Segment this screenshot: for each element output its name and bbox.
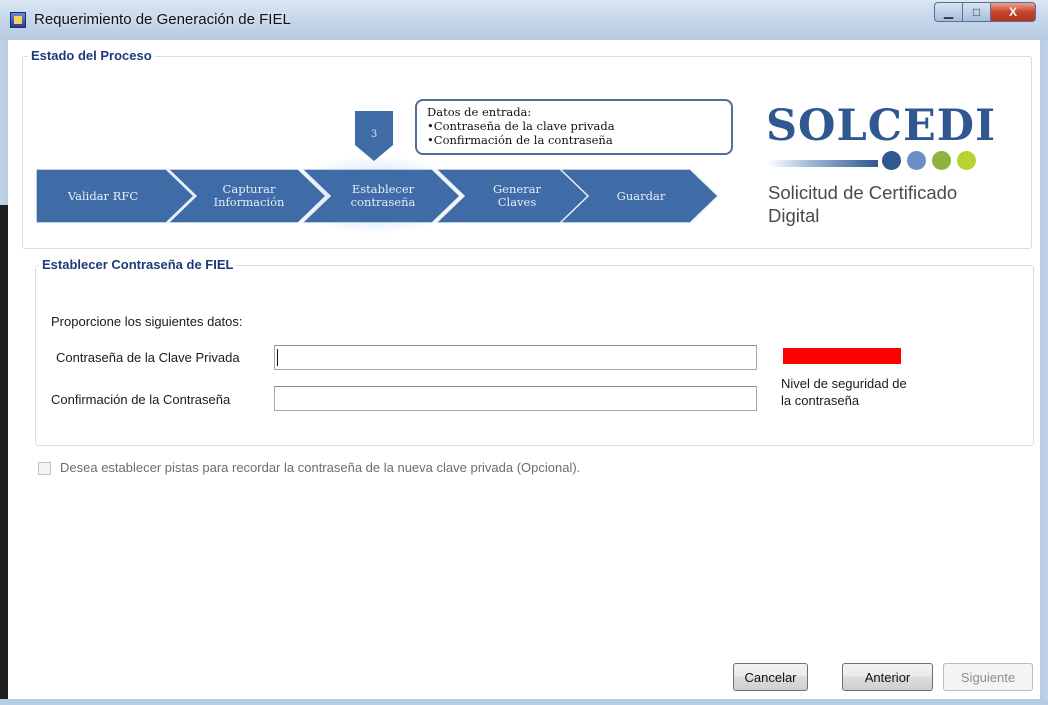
confirm-password-field[interactable] [274,386,757,411]
step-guardar: Guardar [560,169,720,223]
step-label: Capturar Información [213,182,285,209]
window-bottom-frame [0,699,1048,705]
window-right-frame [1040,40,1048,705]
password-strength-label: Nivel de seguridad de la contraseña [781,375,907,409]
callout-item: •Confirmación de la contraseña [427,133,613,147]
cancel-button[interactable]: Cancelar [733,663,808,691]
process-status-title: Estado del Proceso [28,48,155,63]
password-strength-indicator [783,348,901,364]
app-icon [10,12,26,28]
instructions-text: Proporcione los siguientes datos: [51,314,243,329]
callout-title: Datos de entrada: [427,105,532,119]
window-title: Requerimiento de Generación de FIEL [34,11,291,28]
logo-dot-icon [932,151,951,170]
window-controls: ▁ □ X [934,2,1036,22]
callout-item: •Contraseña de la clave privada [427,119,615,133]
strength-label-line1: Nivel de seguridad de [781,376,907,391]
close-button[interactable]: X [990,2,1036,22]
logo-dot-icon [957,151,976,170]
logo-gradient-bar [768,160,878,167]
logo-subtitle: Solicitud de Certificado Digital [768,181,957,227]
private-key-password-label: Contraseña de la Clave Privada [56,350,240,365]
step-label: Validar RFC [67,188,139,203]
next-button[interactable]: Siguiente [943,663,1033,691]
step-label: Establecer contraseña [350,182,416,209]
logo-subtitle-line2: Digital [768,205,820,226]
logo-subtitle-line1: Solicitud de Certificado [768,182,958,203]
logo-dot-icon [882,151,901,170]
maximize-button[interactable]: □ [962,2,990,22]
step-label: Guardar [616,188,666,203]
close-icon: X [1008,5,1017,19]
confirm-password-label: Confirmación de la Contraseña [51,392,231,407]
current-step-number: 3 [370,129,378,140]
solcedi-logo: SOLCEDI [766,101,997,151]
strength-label-line2: la contraseña [781,393,860,408]
hints-checkbox-label[interactable]: Desea establecer pistas para recordar la… [60,460,580,475]
window-left-frame [0,40,8,705]
minimize-icon: ▁ [943,5,954,19]
password-section-title: Establecer Contraseña de FIEL [39,257,237,272]
step-label: Generar Claves [492,182,542,209]
maximize-icon: □ [972,5,981,19]
private-key-password-field[interactable] [274,345,757,370]
hints-checkbox[interactable] [38,462,51,475]
input-data-callout: Datos de entrada: •Contraseña de la clav… [415,99,733,155]
previous-button[interactable]: Anterior [842,663,933,691]
text-cursor [277,349,278,366]
title-bar[interactable]: Requerimiento de Generación de FIEL ▁ □ … [0,0,1048,41]
logo-dot-icon [907,151,926,170]
minimize-button[interactable]: ▁ [934,2,962,22]
